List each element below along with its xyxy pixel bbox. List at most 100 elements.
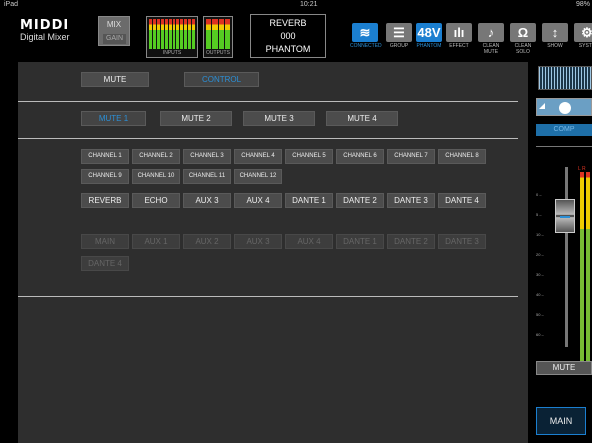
toolbar-show-button[interactable]: ↕ SHOW	[540, 23, 570, 59]
effect-icon: ılı	[446, 23, 472, 42]
strip-mute-button[interactable]: MUTE	[536, 361, 592, 375]
output-dante-4-button[interactable]: DANTE 4	[81, 256, 129, 271]
channel-9-button[interactable]: CHANNEL 9	[81, 169, 129, 184]
device-label: iPad	[4, 1, 19, 8]
scale-mark: 50 –	[536, 312, 544, 317]
channel-3-button[interactable]: CHANNEL 3	[183, 149, 231, 164]
output-dante-2-button[interactable]: DANTE 2	[387, 234, 435, 249]
channel-10-button[interactable]: CHANNEL 10	[132, 169, 180, 184]
input-meter-bar	[149, 19, 152, 49]
bus-reverb-button[interactable]: REVERB	[81, 193, 129, 208]
divider	[18, 101, 518, 102]
divider	[18, 296, 518, 297]
output-aux-2-button[interactable]: AUX 2	[183, 234, 231, 249]
tab-mute[interactable]: MUTE	[81, 72, 149, 87]
logo-subtitle: Digital Mixer	[20, 32, 70, 42]
mute-group-2-button[interactable]: MUTE 2	[160, 111, 232, 126]
toolbar-connected-button[interactable]: ≋ CONNECTED	[350, 23, 382, 59]
output-dante-3-button[interactable]: DANTE 3	[438, 234, 486, 249]
input-meter-bar	[192, 19, 196, 49]
right-channel-strip: COMP L R 0 –5 –10 –20 –30 –40 –50 –60 – …	[528, 62, 592, 443]
input-meter-bar	[180, 19, 184, 49]
toolbar-label: EFFECT	[449, 43, 469, 49]
clock: 10:21	[300, 1, 318, 8]
bus-echo-button[interactable]: ECHO	[132, 193, 180, 208]
scale-mark: 60 –	[536, 332, 544, 337]
level-meter-left	[580, 172, 584, 362]
bus-dante-3-button[interactable]: DANTE 3	[387, 193, 435, 208]
inputs-meter[interactable]: INPUTS	[146, 16, 198, 58]
display-line-2: 000	[280, 31, 296, 41]
bus-dante-2-button[interactable]: DANTE 2	[336, 193, 384, 208]
scene-display[interactable]: REVERB 000 PHANTOM	[250, 14, 326, 58]
scale-mark: 20 –	[536, 252, 544, 257]
display-line-3: PHANTOM	[265, 44, 311, 54]
toolbar-clean-solo-button[interactable]: Ω CLEAN SOLO	[508, 23, 538, 59]
channel-7-button[interactable]: CHANNEL 7	[387, 149, 435, 164]
output-dante-1-button[interactable]: DANTE 1	[336, 234, 384, 249]
channel-4-button[interactable]: CHANNEL 4	[234, 149, 282, 164]
bus-aux-3-button[interactable]: AUX 3	[183, 193, 231, 208]
display-line-1: REVERB	[269, 18, 307, 28]
input-meter-bar	[156, 19, 160, 49]
output-meter-bar	[218, 19, 224, 49]
bus-aux-4-button[interactable]: AUX 4	[234, 193, 282, 208]
battery-label: 98%	[575, 1, 590, 8]
inputs-caption: INPUTS	[162, 50, 182, 56]
input-meter-bar	[168, 19, 172, 49]
bus-dante-1-button[interactable]: DANTE 1	[285, 193, 333, 208]
input-meter-bar	[172, 19, 176, 49]
channel-1-button[interactable]: CHANNEL 1	[81, 149, 129, 164]
output-main-button[interactable]: MAIN	[81, 234, 129, 249]
channel-5-button[interactable]: CHANNEL 5	[285, 149, 333, 164]
connected-icon: ≋	[352, 23, 378, 42]
output-meter-bar	[212, 19, 218, 49]
channel-6-button[interactable]: CHANNEL 6	[336, 149, 384, 164]
divider	[18, 138, 518, 139]
mute-group-3-button[interactable]: MUTE 3	[243, 111, 315, 126]
comp-button[interactable]: COMP	[536, 124, 592, 136]
channel-12-button[interactable]: CHANNEL 12	[234, 169, 282, 184]
toolbar-label: CLEAN MUTE	[482, 43, 500, 55]
output-aux-3-button[interactable]: AUX 3	[234, 234, 282, 249]
group-icon: ☰	[386, 23, 412, 42]
mix-gain-toggle[interactable]: MIX GAIN	[98, 16, 130, 46]
toolbar-phantom-button[interactable]: 48V PHANTOM	[414, 23, 444, 59]
output-aux-4-button[interactable]: AUX 4	[285, 234, 333, 249]
channel-8-button[interactable]: CHANNEL 8	[438, 149, 486, 164]
fader-handle[interactable]	[555, 199, 575, 233]
outputs-meter[interactable]: OUTPUTS	[203, 16, 233, 58]
outputs-caption: OUTPUTS	[206, 50, 230, 56]
output-aux-1-button[interactable]: AUX 1	[132, 234, 180, 249]
toolbar-effect-button[interactable]: ılı EFFECT	[444, 23, 474, 59]
input-meter-bar	[152, 19, 156, 49]
main-button[interactable]: MAIN	[536, 407, 586, 435]
show-icon: ↕	[542, 23, 568, 42]
toolbar-clean-mute-button[interactable]: ♪ CLEAN MUTE	[476, 23, 506, 59]
channel-11-button[interactable]: CHANNEL 11	[183, 169, 231, 184]
scale-mark: 5 –	[536, 212, 542, 217]
toolbar-syste-button[interactable]: ⚙SYSTE	[572, 23, 592, 59]
triangle-icon	[539, 103, 545, 109]
mute-group-1-button[interactable]: MUTE 1	[81, 111, 146, 126]
toolbar-label: GROUP	[389, 43, 409, 49]
bus-dante-4-button[interactable]: DANTE 4	[438, 193, 486, 208]
phantom-icon: 48V	[416, 23, 442, 42]
gain-label: GAIN	[103, 34, 126, 44]
toolbar-label: CLEAN SOLO	[514, 43, 532, 55]
input-meter-bar	[188, 19, 192, 49]
mute-group-4-button[interactable]: MUTE 4	[326, 111, 398, 126]
fader-track	[565, 167, 568, 347]
logo-brand: MIDDI	[20, 18, 70, 33]
tab-control[interactable]: CONTROL	[184, 72, 259, 87]
channel-select[interactable]	[536, 98, 592, 116]
logo: MIDDI Digital Mixer	[20, 19, 92, 43]
mix-label: MIX	[106, 20, 122, 29]
clean-solo-icon: Ω	[510, 23, 536, 42]
scale-mark: 10 –	[536, 232, 544, 237]
toolbar-group-button[interactable]: ☰ GROUP	[384, 23, 414, 59]
input-meter-bar	[184, 19, 188, 49]
status-bar: iPad 10:21 98%	[0, 0, 592, 10]
toolbar-label: SHOW	[547, 43, 563, 49]
channel-2-button[interactable]: CHANNEL 2	[132, 149, 180, 164]
